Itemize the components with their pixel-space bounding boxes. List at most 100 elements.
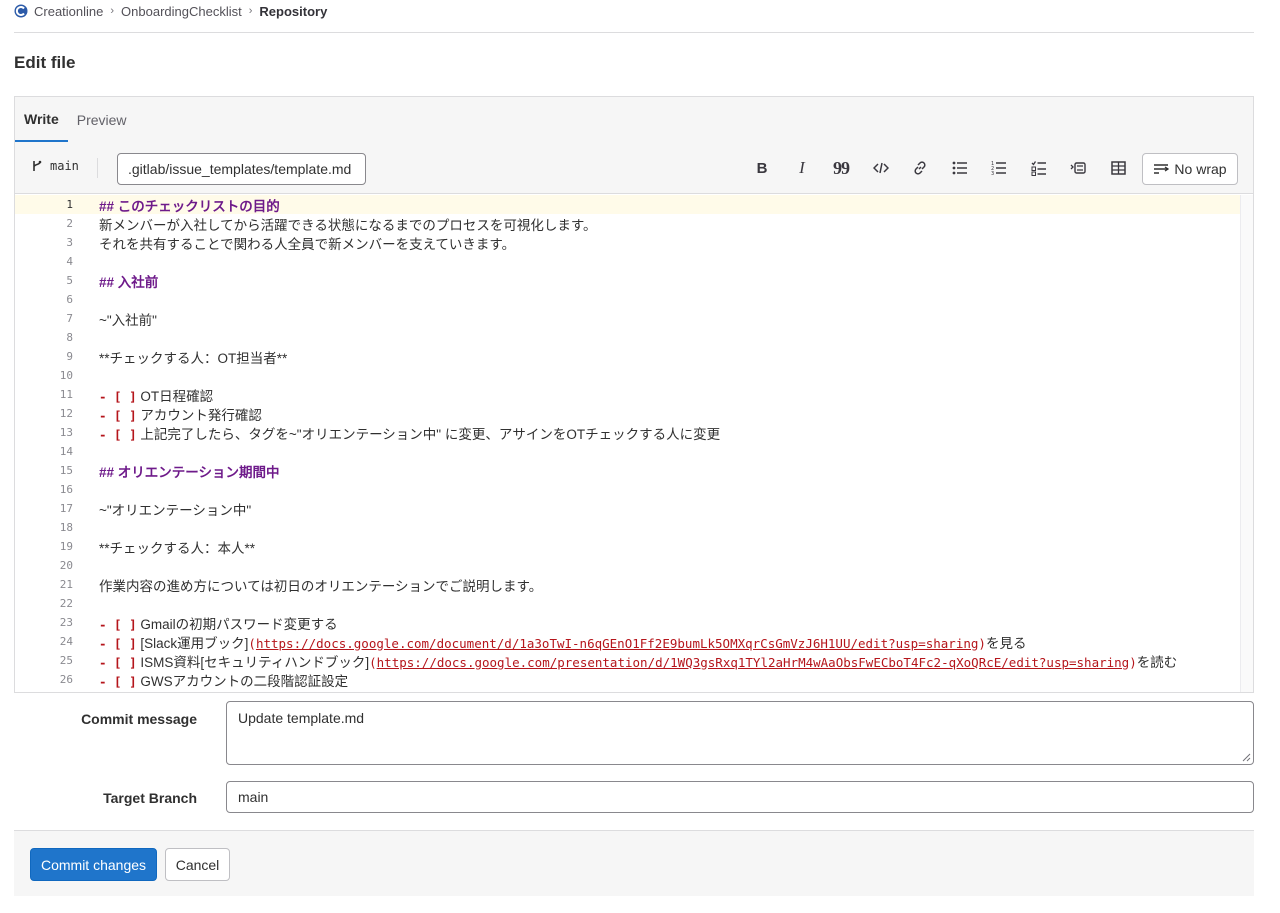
code-token-text: ~"オリエンテーション中": [99, 502, 252, 518]
code-token-text: **チェックする人：OT担当者**: [99, 350, 288, 366]
target-branch-input[interactable]: main: [226, 781, 1254, 813]
line-number: 16: [59, 483, 73, 496]
code-line[interactable]: 13 - [ ] 上記完了したら、タグを~"オリエンテーション中" に変更、アサイ…: [15, 423, 1240, 442]
code-line-content: - [ ] アカウント発行確認: [99, 404, 262, 424]
tab-write[interactable]: Write: [15, 97, 68, 142]
code-line[interactable]: 22: [15, 594, 1240, 613]
code-editor[interactable]: 1 ## このチェックリストの目的 2 新メンバーが入社してから活躍できる状態になるま…: [15, 195, 1240, 692]
code-line[interactable]: 1 ## このチェックリストの目的: [15, 195, 1240, 214]
code-line[interactable]: 27- [ ] Chrome拡張「Safety for Gmail」のインストー…: [15, 689, 1240, 692]
project-logo-icon[interactable]: [14, 4, 28, 18]
line-number: 13: [59, 426, 73, 439]
code-line[interactable]: 9 **チェックする人：OT担当者**: [15, 347, 1240, 366]
code-line-content: それを共有することで関わる人全員で新メンバーを支えていきます。: [99, 233, 515, 253]
resize-handle-icon[interactable]: [1242, 753, 1251, 762]
code-line[interactable]: 20: [15, 556, 1240, 575]
code-token-paren-open: (: [248, 635, 256, 651]
svg-text:3: 3: [991, 171, 994, 176]
code-line[interactable]: 23 - [ ] Gmailの初期パスワード変更する: [15, 613, 1240, 632]
line-number: 15: [59, 464, 73, 477]
line-number: 12: [59, 407, 73, 420]
code-line-content: - [ ] Chrome拡張「Safety for Gmail」のインストールを…: [99, 689, 474, 693]
code-line[interactable]: 8: [15, 328, 1240, 347]
code-icon[interactable]: [868, 155, 894, 181]
editor-scrollbar[interactable]: [1240, 195, 1253, 692]
code-line[interactable]: 26 - [ ] GWSアカウントの二段階認証設定: [15, 670, 1240, 689]
commit-message-label: Commit message: [81, 711, 197, 727]
code-line[interactable]: 19 **チェックする人：本人**: [15, 537, 1240, 556]
code-line[interactable]: 24 - [ ] [Slack運用ブック](https://docs.google…: [15, 632, 1240, 651]
chevron-right-icon: ›: [248, 5, 253, 17]
code-line[interactable]: 16: [15, 480, 1240, 499]
code-line[interactable]: 21 作業内容の進め方については初日のオリエンテーションでご説明します。: [15, 575, 1240, 594]
code-token-bullet: - [ ]: [99, 635, 137, 651]
line-number: 14: [59, 445, 73, 458]
table-icon[interactable]: [1105, 155, 1131, 181]
code-line-content: - [ ] Gmailの初期パスワード変更する: [99, 613, 338, 633]
code-line[interactable]: 2 新メンバーが入社してから活躍できる状態になるまでのプロセスを可視化します。: [15, 214, 1240, 233]
code-line-content: **チェックする人：本人**: [99, 537, 255, 557]
cancel-button[interactable]: Cancel: [165, 848, 230, 881]
code-line[interactable]: 3 それを共有することで関わる人全員で新メンバーを支えていきます。: [15, 233, 1240, 252]
quote-icon[interactable]: 99: [828, 155, 854, 181]
code-line-content: - [ ] ISMS資料[セキュリティハンドブック](https://docs.…: [99, 651, 1177, 671]
code-token-text: **チェックする人：本人**: [99, 540, 256, 556]
branch-name: main: [50, 159, 79, 173]
line-number: 7: [66, 312, 73, 325]
wrap-icon: [1154, 164, 1170, 174]
commit-message-input[interactable]: Update template.md: [226, 701, 1254, 765]
code-line[interactable]: 7 ~"入社前": [15, 309, 1240, 328]
divider: [14, 32, 1254, 33]
code-token-bullet: - [ ]: [99, 426, 137, 442]
form-actions: Commit changes Cancel: [14, 830, 1254, 896]
code-line[interactable]: 11 - [ ] OT日程確認: [15, 385, 1240, 404]
code-line[interactable]: 4: [15, 252, 1240, 271]
code-token-paren-close: ): [978, 635, 986, 651]
breadcrumb-repository[interactable]: Repository: [259, 4, 327, 19]
code-line[interactable]: 14: [15, 442, 1240, 461]
no-wrap-toggle-button[interactable]: No wrap: [1142, 153, 1238, 185]
code-line[interactable]: 25 - [ ] ISMS資料[セキュリティハンドブック](https://doc…: [15, 651, 1240, 670]
bold-icon[interactable]: B: [749, 155, 775, 181]
numbered-list-icon[interactable]: 123: [986, 155, 1012, 181]
tab-preview[interactable]: Preview: [68, 97, 136, 142]
divider: [97, 158, 98, 178]
code-line[interactable]: 10: [15, 366, 1240, 385]
file-editor: Write Preview main .gitlab/issue_templat…: [14, 96, 1254, 693]
code-line[interactable]: 17 ~"オリエンテーション中": [15, 499, 1240, 518]
code-token-tail: を読む: [1136, 654, 1178, 670]
code-line-content: 新メンバーが入社してから活躍できる状態になるまでのプロセスを可視化します。: [99, 214, 596, 234]
line-number: 6: [66, 293, 73, 306]
code-line[interactable]: 6: [15, 290, 1240, 309]
code-line[interactable]: 12 - [ ] アカウント発行確認: [15, 404, 1240, 423]
commit-changes-button[interactable]: Commit changes: [30, 848, 157, 881]
line-number: 8: [66, 331, 73, 344]
commit-message-value: Update template.md: [238, 710, 365, 726]
code-line-content: ## オリエンテーション期間中: [99, 461, 280, 481]
target-branch-label: Target Branch: [103, 790, 197, 806]
code-line[interactable]: 15 ## オリエンテーション期間中: [15, 461, 1240, 480]
line-number: 3: [66, 236, 73, 249]
code-line-content: ~"オリエンテーション中": [99, 499, 251, 519]
line-number: 24: [59, 635, 73, 648]
chevron-right-icon: ›: [110, 5, 115, 17]
file-path-input[interactable]: .gitlab/issue_templates/template.md: [117, 153, 366, 185]
breadcrumb-creationline[interactable]: Creationline: [34, 4, 103, 19]
code-token-text: Gmailの初期パスワード変更する: [140, 616, 338, 632]
breadcrumb: Creationline › OnboardingChecklist › Rep…: [14, 0, 327, 22]
link-icon[interactable]: [907, 155, 933, 181]
code-line[interactable]: 18: [15, 518, 1240, 537]
task-list-icon[interactable]: [1026, 155, 1052, 181]
code-token-bullet: - [ ]: [99, 616, 137, 632]
breadcrumb-onboardingchecklist[interactable]: OnboardingChecklist: [121, 4, 242, 19]
line-number: 19: [59, 540, 73, 553]
bullet-list-icon[interactable]: [947, 155, 973, 181]
code-token-text: 上記完了したら、タグを~"オリエンテーション中" に変更、アサインをOTチェック…: [140, 426, 721, 442]
code-token-text: GWSアカウントの二段階認証設定: [140, 673, 349, 689]
italic-icon[interactable]: I: [789, 155, 815, 181]
code-line[interactable]: 5 ## 入社前: [15, 271, 1240, 290]
line-number: 9: [66, 350, 73, 363]
line-number: 18: [59, 521, 73, 534]
collapsible-section-icon[interactable]: [1065, 155, 1091, 181]
code-token-bullet: - [ ]: [99, 407, 137, 423]
